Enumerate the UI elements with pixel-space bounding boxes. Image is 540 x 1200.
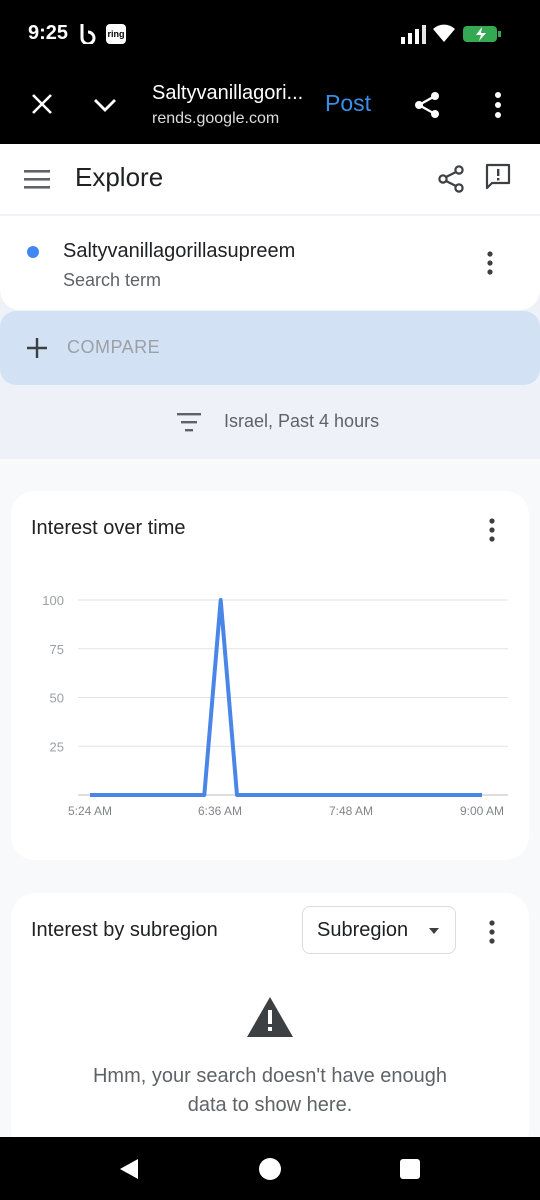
compare-button[interactable]: COMPARE (0, 311, 540, 385)
x-tick-label: 6:36 AM (198, 804, 242, 818)
no-data-message: data to show here. (187, 1094, 353, 1116)
menu-icon[interactable] (24, 168, 50, 190)
chevron-down-icon[interactable] (92, 94, 118, 116)
y-tick-label: 50 (50, 691, 64, 706)
battery-charging-icon (463, 26, 501, 42)
close-icon[interactable] (30, 92, 54, 116)
caret-down-icon (429, 928, 439, 934)
filter-icon (177, 413, 201, 432)
feedback-icon[interactable] (483, 162, 513, 192)
recents-icon[interactable] (399, 1158, 421, 1180)
plus-icon (27, 338, 47, 358)
app-bar: Explore (0, 144, 540, 214)
b-app-icon (80, 24, 96, 44)
card-title: Interest by subregion (31, 919, 218, 941)
no-data-message: Hmm, your search doesn't have enough (92, 1065, 447, 1087)
home-icon[interactable] (258, 1157, 282, 1181)
back-icon[interactable] (118, 1157, 140, 1181)
browser-page-title: Saltyvanillagori... (152, 82, 304, 104)
card-title: Interest over time (31, 517, 186, 539)
page-title: Explore (75, 162, 164, 192)
search-term-card[interactable]: Saltyvanillagorillasupreem Search term (0, 216, 540, 310)
search-term-name: Saltyvanillagorillasupreem (63, 240, 296, 262)
signal-icon (401, 25, 426, 44)
system-nav-bar (0, 1137, 540, 1200)
filter-row[interactable]: Israel, Past 4 hours (0, 385, 540, 459)
search-term-type: Search term (63, 270, 162, 290)
share-icon[interactable] (412, 90, 442, 120)
y-tick-label: 25 (50, 739, 64, 754)
ring-app-icon: ring (106, 24, 126, 44)
y-tick-label: 100 (42, 593, 64, 608)
interest-by-subregion-card: Interest by subregion Subregion Hmm, you… (11, 893, 529, 1137)
interest-line-chart: 100 75 50 25 5:24 AM 6:36 AM 7:48 AM 9:00 AM (42, 593, 508, 818)
x-tick-label: 7:48 AM (329, 804, 373, 818)
subregion-dropdown[interactable]: Subregion (302, 906, 456, 954)
share-icon[interactable] (436, 164, 466, 194)
series-color-dot (27, 246, 39, 258)
browser-url: rends.google.com (152, 110, 280, 127)
compare-label: COMPARE (67, 337, 161, 357)
warning-icon (247, 997, 293, 1037)
more-vert-icon[interactable] (485, 919, 499, 945)
wifi-icon (433, 24, 455, 42)
trends-page: Explore Saltyvanillagorillasupreem Searc… (0, 144, 540, 1137)
x-tick-label: 5:24 AM (68, 804, 112, 818)
interest-over-time-card: Interest over time 100 75 50 25 5:24 AM 6:36 … (11, 491, 529, 860)
more-vert-icon[interactable] (483, 250, 497, 276)
browser-toolbar: Saltyvanillagori... rends.google.com Pos… (0, 68, 540, 144)
status-bar: 9:25 ring (0, 0, 540, 68)
post-button[interactable]: Post (325, 90, 371, 117)
more-vert-icon[interactable] (488, 90, 508, 120)
filter-summary: Israel, Past 4 hours (224, 411, 380, 431)
subregion-dropdown-value: Subregion (317, 919, 409, 941)
y-tick-label: 75 (50, 642, 64, 657)
status-time: 9:25 (28, 22, 69, 44)
x-tick-label: 9:00 AM (460, 804, 504, 818)
more-vert-icon[interactable] (485, 517, 499, 543)
